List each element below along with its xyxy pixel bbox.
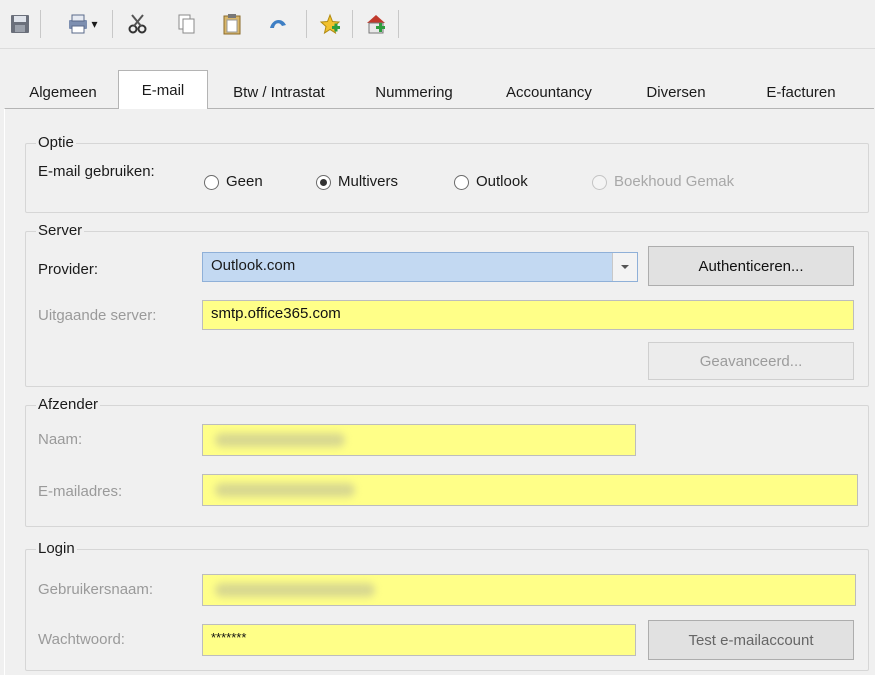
redacted-value xyxy=(215,433,345,447)
print-icon xyxy=(69,14,88,34)
radio-multivers[interactable]: Multivers xyxy=(316,172,398,192)
tab-label: Diversen xyxy=(646,83,706,101)
email-settings-panel: Optie E-mail gebruiken: Geen Multivers O… xyxy=(4,108,874,675)
button-label: Authenticeren... xyxy=(698,257,804,275)
tab-label: Accountancy xyxy=(506,83,592,101)
toolbar-separator xyxy=(398,10,399,38)
login-legend: Login xyxy=(36,539,77,559)
button-label: Test e-mailaccount xyxy=(688,631,814,649)
authenticate-button[interactable]: Authenticeren... xyxy=(648,246,854,286)
toolbar-separator xyxy=(40,10,41,38)
chevron-down-icon: ▾ xyxy=(91,17,98,31)
print-menu-button[interactable]: ▾ xyxy=(62,12,102,36)
tab-label: E-mail xyxy=(141,81,185,99)
radio-circle xyxy=(454,174,469,190)
tab-label: Btw / Intrastat xyxy=(233,83,325,101)
username-label: Gebruikersnaam: xyxy=(38,581,154,598)
button-label: Geavanceerd... xyxy=(699,352,803,370)
advanced-button: Geavanceerd... xyxy=(648,342,854,380)
optie-group: Optie E-mail gebruiken: Geen Multivers O… xyxy=(25,133,869,213)
redacted-value xyxy=(215,483,355,497)
toolbar-separator xyxy=(306,10,307,38)
test-email-account-button[interactable]: Test e-mailaccount xyxy=(648,620,854,660)
favorite-icon[interactable] xyxy=(318,12,342,36)
optie-legend: Optie xyxy=(36,133,76,153)
radio-geen[interactable]: Geen xyxy=(204,172,263,192)
paste-icon[interactable] xyxy=(220,12,244,36)
tab-label: Nummering xyxy=(375,83,453,101)
cut-icon[interactable] xyxy=(126,12,150,36)
tab-bar: Algemeen E-mail Btw / Intrastat Nummerin… xyxy=(0,68,875,109)
home-add-icon[interactable] xyxy=(364,12,388,36)
tab-email[interactable]: E-mail xyxy=(118,70,208,109)
email-address-label: E-mailadres: xyxy=(38,483,123,500)
login-group: Login Gebruikersnaam: Wachtwoord: ******… xyxy=(25,539,869,671)
password-value: ******* xyxy=(211,630,247,645)
outgoing-server-input[interactable]: smtp.office365.com xyxy=(202,300,854,330)
username-input[interactable] xyxy=(202,574,856,606)
provider-label: Provider: xyxy=(38,261,99,278)
copy-icon[interactable] xyxy=(174,12,198,36)
radio-circle xyxy=(316,174,331,190)
outgoing-server-value: smtp.office365.com xyxy=(211,305,341,322)
chevron-down-icon[interactable] xyxy=(612,253,637,281)
radio-label: Geen xyxy=(226,173,263,190)
afzender-legend: Afzender xyxy=(36,395,101,415)
tab-algemeen[interactable]: Algemeen xyxy=(8,76,118,108)
provider-value: Outlook.com xyxy=(211,257,296,274)
radio-boekhoud-gemak: Boekhoud Gemak xyxy=(592,172,734,192)
radio-label: Multivers xyxy=(338,173,399,190)
toolbar: ▾ xyxy=(0,0,875,49)
radio-outlook[interactable]: Outlook xyxy=(454,172,528,192)
tab-nummering[interactable]: Nummering xyxy=(358,76,470,108)
server-group: Server Provider: Outlook.com Authenticer… xyxy=(25,221,869,387)
password-label: Wachtwoord: xyxy=(38,631,125,648)
email-use-label: E-mail gebruiken: xyxy=(38,163,155,180)
name-input[interactable] xyxy=(202,424,636,456)
tab-diversen[interactable]: Diversen xyxy=(626,76,726,108)
password-input[interactable]: ******* xyxy=(202,624,636,656)
provider-select[interactable]: Outlook.com xyxy=(202,252,638,282)
tab-accountancy[interactable]: Accountancy xyxy=(482,76,616,108)
save-icon[interactable] xyxy=(8,12,32,36)
tab-label: E-facturen xyxy=(766,83,836,101)
toolbar-separator xyxy=(352,10,353,38)
name-label: Naam: xyxy=(38,431,83,448)
tab-efacturen[interactable]: E-facturen xyxy=(736,76,866,108)
server-legend: Server xyxy=(36,221,85,241)
afzender-group: Afzender Naam: E-mailadres: xyxy=(25,395,869,527)
outgoing-server-label: Uitgaande server: xyxy=(38,307,157,324)
redacted-value xyxy=(215,583,375,597)
radio-circle xyxy=(592,174,607,190)
radio-circle xyxy=(204,174,219,190)
tab-btw-intrastat[interactable]: Btw / Intrastat xyxy=(210,76,348,108)
radio-label: Boekhoud Gemak xyxy=(614,173,735,190)
undo-icon[interactable] xyxy=(266,12,290,36)
tab-label: Algemeen xyxy=(29,83,97,101)
email-address-input[interactable] xyxy=(202,474,858,506)
toolbar-separator xyxy=(112,10,113,38)
radio-label: Outlook xyxy=(476,173,528,190)
